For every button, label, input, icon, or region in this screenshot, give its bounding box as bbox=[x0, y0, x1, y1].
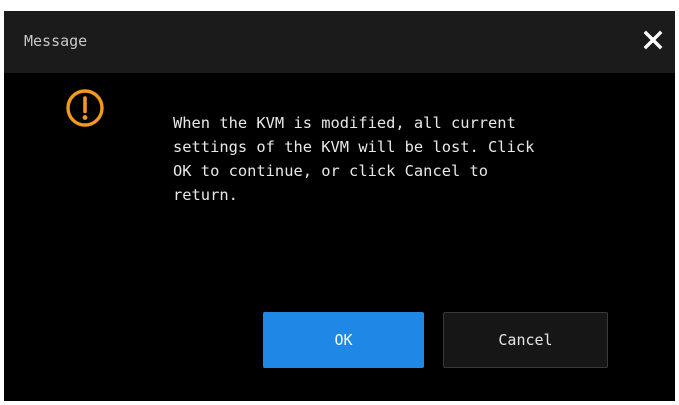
dialog-titlebar: Message bbox=[4, 11, 675, 73]
ok-button[interactable]: OK bbox=[263, 312, 424, 368]
dialog-body: When the KVM is modified, all current se… bbox=[4, 73, 675, 401]
dialog-message: When the KVM is modified, all current se… bbox=[173, 114, 535, 204]
warning-circle-icon bbox=[64, 87, 106, 129]
close-icon[interactable] bbox=[642, 29, 664, 51]
cancel-button[interactable]: Cancel bbox=[443, 312, 608, 368]
message-dialog: Message When the KVM is modified, all cu… bbox=[4, 11, 675, 401]
dialog-title: Message bbox=[24, 32, 88, 50]
